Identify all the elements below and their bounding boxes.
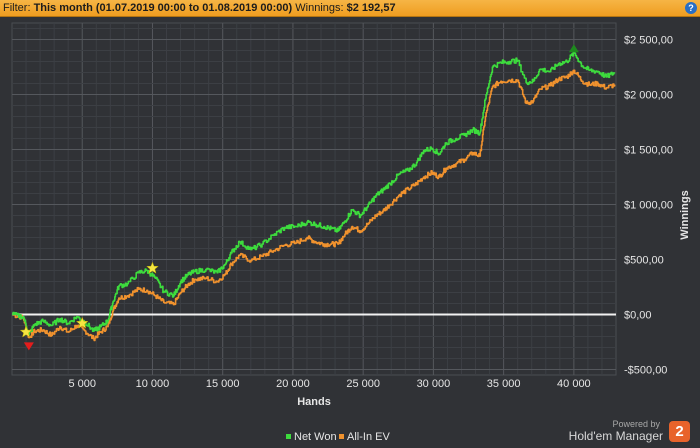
filter-summary: Filter: This month (01.07.2019 00:00 to … [3, 2, 396, 14]
powered-by-text: Powered by [612, 419, 660, 429]
x-tick-label: 35 000 [487, 378, 521, 390]
all-in-ev-swatch [339, 434, 344, 439]
legend-label: Net Won [294, 431, 337, 443]
legend-item-all-in-ev[interactable]: All-In EV [339, 431, 390, 443]
x-axis-label: Hands [297, 396, 331, 408]
hm2-logo-icon: 2 [669, 421, 690, 442]
y-tick-label: $0,00 [624, 310, 652, 322]
help-icon[interactable]: ? [685, 2, 697, 14]
net-won-swatch [286, 434, 291, 439]
y-axis-label: Winnings [679, 190, 691, 239]
legend-item-net-won[interactable]: Net Won [286, 431, 337, 443]
y-tick-label: $500,00 [624, 255, 664, 267]
x-tick-label: 5 000 [68, 378, 96, 390]
winnings-label: Winnings: [295, 2, 344, 14]
y-tick-label: $2 000,00 [624, 90, 673, 102]
product-name: Hold'em Manager [568, 429, 663, 443]
filter-prefix: Filter: [3, 2, 31, 14]
y-tick-label: $1 500,00 [624, 145, 673, 157]
x-tick-label: 20 000 [276, 378, 310, 390]
x-tick-label: 30 000 [417, 378, 451, 390]
y-tick-label: -$500,00 [624, 365, 667, 377]
x-tick-label: 15 000 [206, 378, 240, 390]
winnings-graph: 5 000 10 000 15 000 20 000 25 000 30 000 35 00… [11, 22, 691, 408]
y-tick-label: $2 500,00 [624, 35, 673, 47]
filter-bar: Filter: This month (01.07.2019 00:00 to … [0, 0, 700, 17]
y-tick-label: $1 000,00 [624, 200, 673, 212]
x-tick-label: 10 000 [136, 378, 170, 390]
branding: Powered by Hold'em Manager 2 [569, 419, 690, 443]
winnings-value: $2 192,57 [346, 2, 396, 14]
x-tick-label: 25 000 [346, 378, 380, 390]
legend-label: All-In EV [347, 431, 390, 443]
filter-period[interactable]: This month (01.07.2019 00:00 to 01.08.20… [34, 2, 293, 14]
x-tick-label: 40 000 [557, 378, 591, 390]
